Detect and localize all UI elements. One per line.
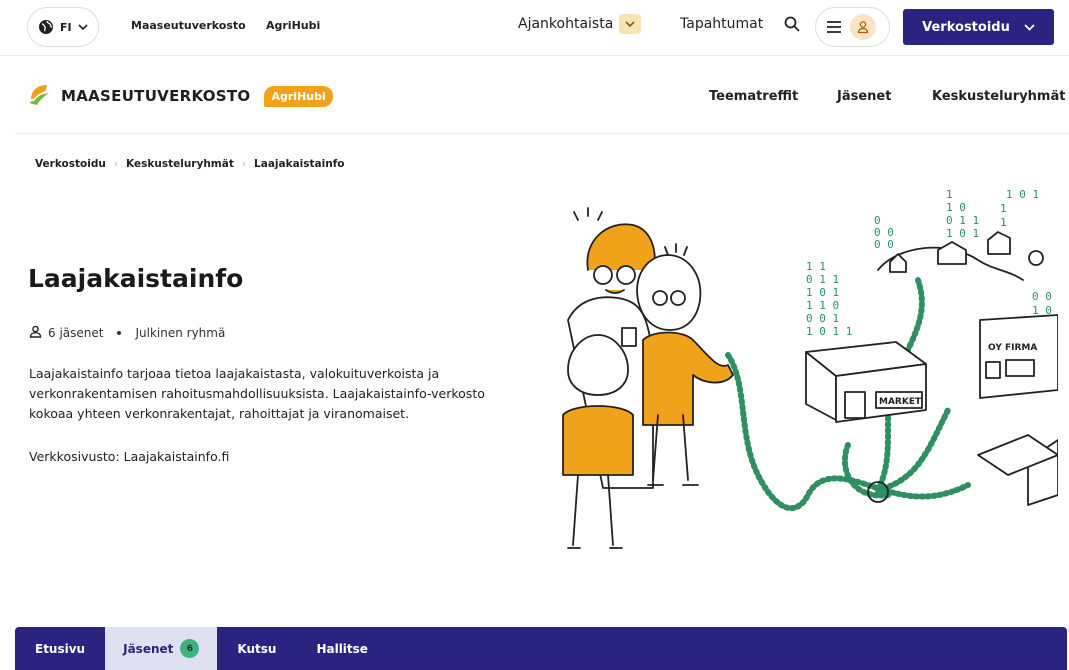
agrihubi-badge: AgriHubi: [264, 85, 333, 107]
svg-text:0 0: 0 0: [1032, 290, 1052, 303]
member-count: 6 jäsenet: [48, 326, 104, 340]
nav-jasenet[interactable]: Jäsenet: [837, 89, 891, 104]
tab-label: Etusivu: [35, 641, 86, 656]
hero-illustration: 1 10 1 11 0 1 1 1 00 0 11 0 1 1 11 00 1 …: [548, 180, 1059, 565]
hamburger-icon: [826, 18, 842, 37]
svg-text:1 1: 1 1: [806, 260, 826, 273]
svg-text:1 0 1: 1 0 1: [1006, 188, 1039, 201]
nav-keskusteluryhmat[interactable]: Keskusteluryhmät: [932, 89, 1065, 104]
tab-kutsu[interactable]: Kutsu: [217, 627, 296, 670]
leaf-logo-icon: [27, 81, 53, 111]
link-agrihubi[interactable]: AgriHubi: [266, 19, 320, 32]
logo-text: MAASEUTUVERKOSTO: [61, 87, 251, 105]
svg-text:1 0 1: 1 0 1: [806, 286, 839, 299]
svg-text:0 1 1: 0 1 1: [946, 214, 979, 227]
ajankohtaista-dropdown[interactable]: Ajankohtaista: [518, 14, 642, 34]
breadcrumb-item[interactable]: Verkostoidu: [35, 158, 106, 170]
ajankohtaista-label: Ajankohtaista: [518, 16, 614, 32]
site-logo[interactable]: MAASEUTUVERKOSTO AgriHubi: [27, 81, 333, 111]
nav-teematreffit[interactable]: Teematreffit: [709, 89, 798, 104]
firma-sign: OY FIRMA: [988, 343, 1037, 353]
search-icon[interactable]: [783, 15, 801, 37]
member-count-badge: 6: [180, 639, 200, 658]
svg-text:1: 1: [1000, 216, 1007, 229]
link-maaseutuverkosto[interactable]: Maaseutuverkosto: [131, 19, 246, 32]
tab-etusivu[interactable]: Etusivu: [15, 627, 105, 670]
verkostoidu-label: Verkostoidu: [922, 19, 1010, 35]
group-tabs: Etusivu Jäsenet 6 Kutsu Hallitse: [15, 627, 1067, 670]
svg-text:0 0: 0 0: [874, 238, 894, 251]
chevron-down-icon: [619, 14, 642, 34]
site-header: MAASEUTUVERKOSTO AgriHubi Teematreffit J…: [15, 56, 1069, 134]
group-website: Verkkosivusto: Laajakaistainfo.fi: [29, 449, 230, 464]
top-utility-bar: FI Maaseutuverkosto AgriHubi Ajankohtais…: [0, 0, 1069, 56]
svg-text:0 1 1: 0 1 1: [806, 273, 839, 286]
tab-jasenet[interactable]: Jäsenet 6: [105, 627, 218, 670]
person-icon: [29, 325, 42, 341]
broadband-illustration: 1 10 1 11 0 1 1 1 00 0 11 0 1 1 11 00 1 …: [562, 188, 1059, 549]
breadcrumb: Verkostoidu › Keskusteluryhmät › Laajaka…: [35, 158, 344, 170]
verkostoidu-button[interactable]: Verkostoidu: [903, 9, 1054, 45]
chevron-right-icon: ›: [113, 158, 119, 170]
svg-text:1 0 1 1: 1 0 1 1: [806, 325, 852, 338]
svg-text:1: 1: [1000, 202, 1007, 215]
svg-text:1 0 1: 1 0 1: [946, 227, 979, 240]
breadcrumb-item[interactable]: Keskusteluryhmät: [126, 158, 234, 170]
tab-label: Hallitse: [316, 641, 368, 656]
svg-text:1 1 0: 1 1 0: [806, 299, 839, 312]
separator-dot: [117, 331, 122, 335]
menu-button[interactable]: [815, 7, 890, 47]
language-selector[interactable]: FI: [27, 7, 99, 47]
svg-text:1 0: 1 0: [946, 201, 966, 214]
svg-text:1 0: 1 0: [1032, 304, 1052, 317]
group-description: Laajakaistainfo tarjoaa tietoa laajakais…: [29, 366, 485, 421]
chevron-down-icon: [78, 23, 88, 31]
svg-text:0 0 1: 0 0 1: [806, 312, 839, 325]
user-avatar-icon: [850, 14, 876, 40]
language-code: FI: [60, 20, 72, 34]
tab-label: Jäsenet: [123, 641, 174, 656]
svg-text:1: 1: [946, 188, 953, 201]
breadcrumb-current: Laajakaistainfo: [254, 158, 345, 170]
globe-icon: [38, 19, 54, 35]
market-sign: MARKET: [879, 397, 922, 407]
page-title: Laajakaistainfo: [28, 264, 244, 293]
group-meta: 6 jäsenet Julkinen ryhmä: [29, 325, 225, 341]
chevron-right-icon: ›: [241, 158, 247, 170]
tab-label: Kutsu: [237, 641, 277, 656]
group-visibility: Julkinen ryhmä: [135, 326, 226, 340]
link-tapahtumat[interactable]: Tapahtumat: [680, 16, 763, 32]
chevron-down-icon: [1024, 20, 1035, 35]
tab-hallitse[interactable]: Hallitse: [296, 627, 388, 670]
